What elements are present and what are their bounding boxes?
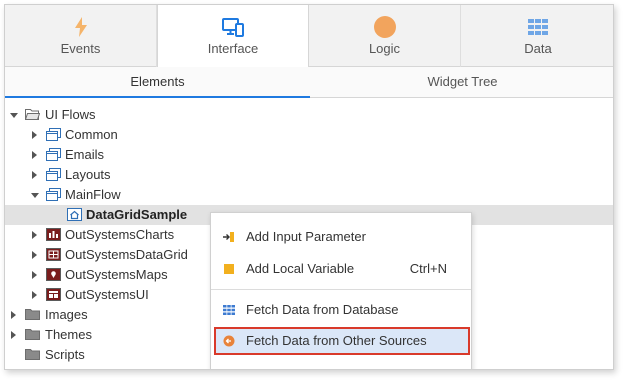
chevron-right-icon[interactable] [32, 231, 37, 239]
service-studio-panel: Events Interface Logic Data Elements Wid… [4, 4, 614, 370]
tab-events[interactable]: Events [5, 5, 157, 67]
menu-item-label: Add Local Variable [246, 261, 355, 276]
tree-item-label: OutSystemsMaps [65, 267, 168, 282]
tab-interface-label: Interface [207, 41, 259, 56]
menu-item-fetch-data-from-other-sources[interactable]: Fetch Data from Other Sources [214, 327, 470, 355]
tab-logic-label: Logic [368, 41, 401, 56]
lightning-icon [74, 17, 87, 37]
menu-separator [211, 289, 471, 290]
home-screen-icon [67, 208, 82, 221]
input-parameter-icon [223, 232, 234, 242]
tree-item-label: OutSystemsUI [65, 287, 149, 302]
module-reference-icon [46, 228, 61, 241]
logic-circle-icon [373, 16, 396, 38]
shortcut-hint: Ctrl+N [409, 261, 447, 276]
tree-item-mainflow[interactable]: MainFlow [5, 185, 613, 205]
chevron-right-icon[interactable] [11, 311, 16, 319]
chevron-right-icon[interactable] [11, 331, 16, 339]
top-tab-bar: Events Interface Logic Data [5, 5, 613, 68]
tree-item-emails[interactable]: Emails [5, 145, 613, 165]
tree-item-label: Themes [45, 327, 92, 342]
tab-data[interactable]: Data [461, 5, 613, 67]
local-variable-icon [224, 264, 234, 274]
chevron-right-icon[interactable] [32, 271, 37, 279]
chevron-right-icon[interactable] [32, 171, 37, 179]
tree-item-label: Emails [65, 147, 105, 162]
tree-item-ui-flows[interactable]: UI Flows [5, 105, 613, 125]
module-reference-icon [46, 288, 61, 301]
module-reference-icon [46, 248, 61, 261]
tree-item-label: DataGridSample [86, 207, 188, 222]
tree-item-label: MainFlow [65, 187, 121, 202]
tab-logic[interactable]: Logic [309, 5, 461, 67]
sub-tab-bar: Elements Widget Tree [5, 67, 613, 98]
chevron-right-icon[interactable] [32, 291, 37, 299]
module-reference-icon [46, 268, 61, 281]
flow-icon [46, 168, 61, 181]
tree-item-label: OutSystemsCharts [65, 227, 175, 242]
tree-item-label: Images [45, 307, 88, 322]
flow-icon [46, 188, 61, 201]
tab-interface[interactable]: Interface [157, 5, 309, 68]
tab-data-label: Data [524, 41, 552, 56]
folder-icon [25, 349, 40, 360]
tree-item-layouts[interactable]: Layouts [5, 165, 613, 185]
context-menu: Add Input Parameter Add Local Variable C… [210, 212, 472, 369]
chevron-right-icon[interactable] [32, 131, 37, 139]
menu-item-add-local-variable[interactable]: Add Local Variable Ctrl+N [211, 255, 471, 283]
folder-icon [25, 329, 40, 340]
tree-item-label: Layouts [65, 167, 111, 182]
tree-item-common[interactable]: Common [5, 125, 613, 145]
flow-icon [46, 148, 61, 161]
tree-item-label: Scripts [45, 347, 85, 362]
menu-item-fetch-data-from-database[interactable]: Fetch Data from Database [211, 296, 471, 324]
menu-item-label: Fetch Data from Database [246, 302, 399, 317]
chevron-down-icon[interactable] [10, 113, 18, 118]
tree-item-label: UI Flows [45, 107, 96, 122]
folder-open-icon [25, 109, 40, 120]
tree-item-label: Common [65, 127, 118, 142]
chevron-right-icon[interactable] [32, 251, 37, 259]
menu-item-label: Fetch Data from Other Sources [246, 333, 427, 348]
server-action-icon [223, 335, 235, 347]
menu-item-label: Add Input Parameter [246, 229, 366, 244]
chevron-down-icon[interactable] [31, 193, 39, 198]
folder-icon [25, 309, 40, 320]
grid-icon [528, 19, 548, 35]
flow-icon [46, 128, 61, 141]
database-grid-icon [223, 305, 235, 315]
tab-elements[interactable]: Elements [5, 67, 310, 98]
menu-item-add-input-parameter[interactable]: Add Input Parameter [211, 223, 471, 251]
devices-icon [222, 18, 244, 37]
tab-events-label: Events [60, 41, 101, 56]
chevron-right-icon[interactable] [32, 151, 37, 159]
tab-widget-tree[interactable]: Widget Tree [310, 67, 613, 97]
tree-item-label: OutSystemsDataGrid [65, 247, 188, 262]
